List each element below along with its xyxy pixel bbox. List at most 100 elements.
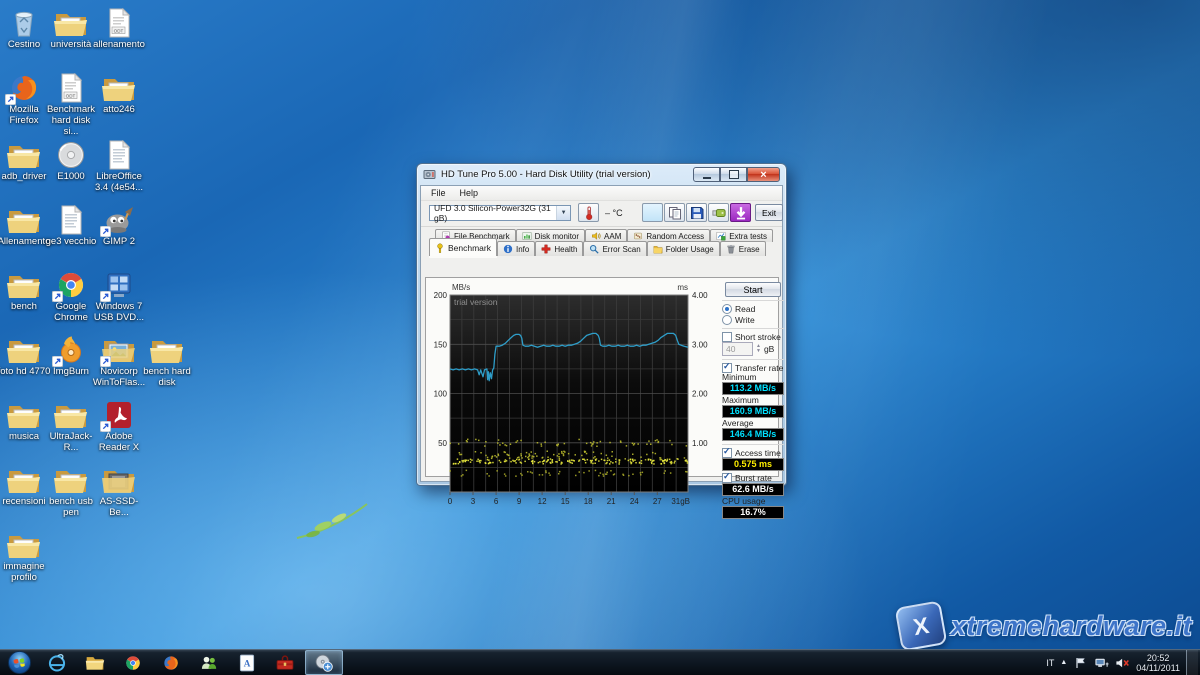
tab-error-scan[interactable]: Error Scan [583, 241, 646, 256]
show-desktop-button[interactable] [1186, 650, 1198, 675]
desktop-icon-label: GIMP 2 [92, 236, 146, 247]
taskbar-firefox[interactable] [153, 651, 189, 674]
write-radio[interactable]: Write [722, 314, 784, 325]
save-icon [690, 206, 704, 220]
svg-text:1.00: 1.00 [692, 439, 708, 448]
desktop-icon-label: atto246 [92, 104, 146, 115]
save-button[interactable] [686, 203, 707, 222]
taskbar-start-button[interactable] [1, 651, 37, 674]
maximize-button[interactable] [720, 167, 747, 182]
desktop-icon-as-ssd-be[interactable]: AS-SSD-Be... [92, 465, 146, 518]
desktop-icon-label: bench usb pen [44, 496, 98, 518]
t-error-scan-icon [589, 244, 599, 254]
usb-button[interactable] [708, 203, 729, 222]
start-orb-icon [7, 650, 32, 675]
temperature-display: – °C [605, 208, 623, 218]
burst-rate-checkbox[interactable]: Burst rate [722, 472, 784, 483]
burst-rate-value: 62.6 MB/s [722, 483, 784, 496]
tab-info[interactable]: Info [497, 241, 535, 256]
svg-text:100: 100 [434, 390, 448, 399]
stroke-size-value[interactable]: 40 [722, 342, 753, 356]
svg-text:9: 9 [517, 497, 522, 506]
network-icon[interactable] [1094, 657, 1109, 669]
drive-select[interactable]: UFD 3.0 Silicon-Power32G (31 gB) ▼ [429, 205, 571, 221]
desktop-icon-windows-7-usb-dvd[interactable]: Windows 7 USB DVD... [92, 270, 146, 323]
desktop-icon-bench-usb-pen[interactable]: bench usb pen [44, 465, 98, 518]
desktop-icon-atto246[interactable]: atto246 [92, 73, 146, 115]
svg-text:A: A [244, 658, 251, 668]
desktop-icon-ultrajack-r[interactable]: UltraJack-R... [44, 400, 98, 453]
hidden-icons-button[interactable]: ▲ [1060, 659, 1067, 666]
tab-erase[interactable]: Erase [720, 241, 766, 256]
desktop-icon-universit[interactable]: università [44, 8, 98, 50]
exit-button[interactable]: Exit [755, 204, 783, 221]
language-indicator[interactable]: IT [1046, 658, 1054, 668]
desktop-icon-label: AS-SSD-Be... [92, 496, 146, 518]
t-random-access-icon [633, 231, 643, 241]
desktop-icon-imgburn[interactable]: ImgBurn [44, 335, 98, 377]
taskbar-wordpad[interactable]: A [229, 651, 265, 674]
clock[interactable]: 20:52 04/11/2011 [1136, 653, 1180, 673]
folder-icon [149, 335, 185, 365]
taskbar-windows-explorer[interactable] [77, 651, 113, 674]
svg-text:15: 15 [561, 497, 570, 506]
tab-label: Erase [739, 245, 760, 254]
desktop-icon-allenamento[interactable]: ODTallenamento [92, 8, 146, 50]
watermark: X xtremehardware.it [898, 604, 1192, 648]
t-aam-icon [591, 231, 601, 241]
svg-text:50: 50 [438, 439, 447, 448]
stroke-size-stepper[interactable]: 40 ▲▼ gB [722, 342, 784, 356]
title-bar[interactable]: HD Tune Pro 5.00 - Hard Disk Utility (tr… [417, 164, 786, 185]
hdtune-window: HD Tune Pro 5.00 - Hard Disk Utility (tr… [416, 163, 787, 486]
desktop-icon-e1000[interactable]: E1000 [44, 140, 98, 182]
access-time-value: 0.575 ms [722, 458, 784, 471]
stepper-arrows-icon[interactable]: ▲▼ [756, 344, 761, 354]
shortcut-arrow-icon [100, 421, 111, 432]
taskbar-toolbox-app[interactable] [267, 651, 303, 674]
desktop-icon-gimp-2[interactable]: GIMP 2 [92, 205, 146, 247]
taskbar-messenger[interactable] [191, 651, 227, 674]
action-center-flag-icon[interactable] [1073, 657, 1088, 669]
tab-health[interactable]: Health [535, 241, 583, 256]
download-button[interactable] [730, 203, 751, 222]
temperature-button[interactable] [578, 203, 599, 222]
desktop-icon-ge3-vecchio[interactable]: ge3 vecchio [44, 205, 98, 247]
taskbar-google-chrome[interactable] [115, 651, 151, 674]
screenshot-button[interactable] [642, 203, 663, 222]
minimize-button[interactable] [693, 167, 720, 182]
shortcut-arrow-icon [5, 94, 16, 105]
menu-file[interactable]: File [424, 188, 453, 198]
desktop-icon-benchmark-hard-disk-si[interactable]: ODTBenchmark hard disk si... [44, 73, 98, 137]
menu-help[interactable]: Help [453, 188, 486, 198]
access-time-checkbox[interactable]: Access time [722, 447, 784, 458]
ie-icon [47, 653, 67, 673]
desktop-icon-immagine-profilo[interactable]: immagine profilo [0, 530, 51, 583]
svg-text:trial version: trial version [454, 297, 498, 307]
svg-text:MB/s: MB/s [452, 283, 470, 292]
desktop-icon-bench-hard-disk[interactable]: bench hard disk [140, 335, 194, 388]
read-radio[interactable]: Read [722, 303, 784, 314]
volume-muted-icon[interactable] [1115, 657, 1130, 669]
desktop-icon-label: immagine profilo [0, 561, 51, 583]
desktop-icon-google-chrome[interactable]: Google Chrome [44, 270, 98, 323]
thermometer-icon [582, 206, 596, 220]
desktop-icon-novicorp-wintoflas[interactable]: Novicorp WinToFlas... [92, 335, 146, 388]
toolbox-icon [275, 653, 295, 673]
taskbar-internet-explorer[interactable] [39, 651, 75, 674]
t-info-icon [503, 244, 513, 254]
tab-folder-usage[interactable]: Folder Usage [647, 241, 720, 256]
odt-doc-icon: ODT [53, 73, 89, 103]
start-button[interactable]: Start [725, 282, 781, 297]
app-icon [423, 168, 436, 181]
t-erase-icon [726, 244, 736, 254]
desktop-icon-libreoffice-3-4-4e54[interactable]: LibreOffice 3.4 (4e54... [92, 140, 146, 193]
tab-benchmark[interactable]: Benchmark [429, 238, 497, 256]
shortcut-arrow-icon [52, 291, 63, 302]
close-button[interactable]: × [747, 167, 780, 182]
taskbar-hdtune[interactable] [305, 650, 343, 675]
desktop-icon-adobe-reader-x[interactable]: Adobe Reader X [92, 400, 146, 453]
disc-icon [53, 140, 89, 170]
short-stroke-checkbox[interactable]: Short stroke [722, 331, 784, 342]
copy-button[interactable] [664, 203, 685, 222]
tab-row-front: BenchmarkInfoHealthError ScanFolder Usag… [429, 241, 766, 256]
